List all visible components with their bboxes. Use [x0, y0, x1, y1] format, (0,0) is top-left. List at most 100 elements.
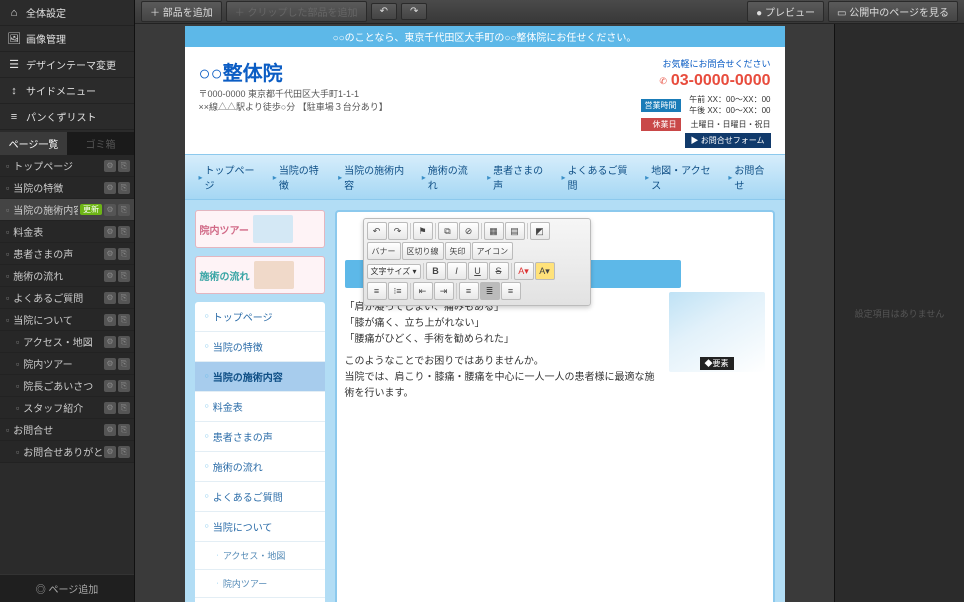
view-public-button[interactable]: ▭ 公開中のページを見る	[828, 1, 958, 22]
content-editable-box[interactable]: ↶ ↷ ⚑ ⧉ ⊘ ▦ ▤	[335, 210, 775, 602]
gear-icon[interactable]: ⚙	[104, 424, 116, 436]
add-page-button[interactable]: ◎ ページ追加	[0, 574, 134, 602]
global-nav-item[interactable]: 施術の流れ	[416, 159, 479, 195]
rte-underline-button[interactable]: U	[468, 262, 488, 280]
rte-align-center-icon[interactable]: ≣	[480, 282, 500, 300]
global-nav-item[interactable]: 当院の特徴	[267, 159, 330, 195]
rte-tab-icon[interactable]: アイコン	[472, 242, 514, 260]
tree-item[interactable]: ▫当院の特徴⚙⎘	[0, 177, 134, 199]
gear-icon[interactable]: ⚙	[104, 314, 116, 326]
copy-icon[interactable]: ⎘	[118, 446, 130, 458]
gear-icon[interactable]: ⚙	[104, 292, 116, 304]
tree-item[interactable]: ▫施術の流れ⚙⎘	[0, 265, 134, 287]
tree-item[interactable]: ▫トップページ⚙⎘	[0, 155, 134, 177]
rte-ol-icon[interactable]: ≡	[367, 282, 387, 300]
copy-icon[interactable]: ⎘	[118, 226, 130, 238]
sidemenu-item[interactable]: 料金表	[195, 392, 325, 422]
rte-fontcolor-button[interactable]: A▾	[514, 262, 534, 280]
global-nav-item[interactable]: トップページ	[193, 159, 265, 195]
undo-button[interactable]: ↶	[371, 3, 397, 20]
sidemenu-item[interactable]: アクセス・地図	[195, 542, 325, 570]
gear-icon[interactable]: ⚙	[104, 160, 116, 172]
copy-icon[interactable]: ⎘	[118, 292, 130, 304]
tree-item[interactable]: ▫患者さまの声⚙⎘	[0, 243, 134, 265]
gear-icon[interactable]: ⚙	[104, 204, 116, 216]
tab-page-list[interactable]: ページ一覧	[0, 132, 67, 155]
rte-tab-banner[interactable]: バナー	[367, 242, 401, 260]
sidemenu-item[interactable]: 院内ツアー	[195, 570, 325, 598]
global-nav-item[interactable]: よくあるご質問	[556, 159, 638, 195]
tree-item[interactable]: ▫当院について⚙⎘	[0, 309, 134, 331]
global-nav-item[interactable]: 当院の施術内容	[332, 159, 414, 195]
doctor-image-block[interactable]	[669, 292, 765, 372]
copy-icon[interactable]: ⎘	[118, 248, 130, 260]
redo-button[interactable]: ↷	[401, 3, 427, 20]
tree-item[interactable]: ▫料金表⚙⎘	[0, 221, 134, 243]
global-nav-item[interactable]: 患者さまの声	[481, 159, 553, 195]
sidemenu-item[interactable]: 当院の施術内容	[195, 362, 325, 392]
side-card-flow[interactable]: 施術の流れ	[195, 256, 325, 294]
sidemenu-item[interactable]: 当院について	[195, 512, 325, 542]
gear-icon[interactable]: ⚙	[104, 336, 116, 348]
nav-side-menu[interactable]: ↕サイドメニュー	[0, 78, 134, 104]
rte-tab-arrow[interactable]: 矢印	[445, 242, 471, 260]
rte-unlink-icon[interactable]: ⊘	[459, 222, 479, 240]
tree-item[interactable]: ▫スタッフ紹介⚙⎘	[0, 397, 134, 419]
rte-indent-icon[interactable]: ⇥	[434, 282, 454, 300]
add-block-button[interactable]: ＋ 部品を追加	[141, 1, 222, 22]
rte-italic-button[interactable]: I	[447, 262, 467, 280]
copy-icon[interactable]: ⎘	[118, 160, 130, 172]
nav-theme-change[interactable]: ☰デザインテーマ変更	[0, 52, 134, 78]
copy-icon[interactable]: ⎘	[118, 402, 130, 414]
nav-image-manage[interactable]: 🖼画像管理	[0, 26, 134, 52]
preview-button[interactable]: ● プレビュー	[747, 1, 824, 22]
tree-item[interactable]: ▫当院の施術内容更新⚙⎘	[0, 199, 134, 221]
copy-icon[interactable]: ⎘	[118, 270, 130, 282]
gear-icon[interactable]: ⚙	[104, 446, 116, 458]
gear-icon[interactable]: ⚙	[104, 270, 116, 282]
rte-fontsize-select[interactable]: 文字サイズ ▾	[367, 264, 421, 279]
side-card-tour[interactable]: 院内ツアー	[195, 210, 325, 248]
sidemenu-item[interactable]: 当院の特徴	[195, 332, 325, 362]
rte-undo-icon[interactable]: ↶	[367, 222, 387, 240]
rte-bold-button[interactable]: B	[426, 262, 446, 280]
rte-strike-button[interactable]: S	[489, 262, 509, 280]
copy-icon[interactable]: ⎘	[118, 182, 130, 194]
rte-align-left-icon[interactable]: ≡	[459, 282, 479, 300]
rte-flag-icon[interactable]: ⚑	[413, 222, 433, 240]
gear-icon[interactable]: ⚙	[104, 182, 116, 194]
rte-link-icon[interactable]: ⧉	[438, 222, 458, 240]
gear-icon[interactable]: ⚙	[104, 380, 116, 392]
copy-icon[interactable]: ⎘	[118, 424, 130, 436]
gear-icon[interactable]: ⚙	[104, 226, 116, 238]
nav-overall-settings[interactable]: ⌂全体設定	[0, 0, 134, 26]
tree-item[interactable]: ▫アクセス・地図⚙⎘	[0, 331, 134, 353]
rte-tab-divider[interactable]: 区切り線	[402, 242, 444, 260]
rte-source-icon[interactable]: ◩	[530, 222, 550, 240]
gear-icon[interactable]: ⚙	[104, 248, 116, 260]
copy-icon[interactable]: ⎘	[118, 204, 130, 216]
sidemenu-item[interactable]: 施術の流れ	[195, 452, 325, 482]
content-paragraph[interactable]: 「肩が凝ってしまい、痛みもある」 「膝が痛く、立ち上がれない」 「腰痛がひどく、…	[345, 300, 661, 402]
tree-item[interactable]: ▫院長ごあいさつ⚙⎘	[0, 375, 134, 397]
rte-ul-icon[interactable]: ⁝≡	[388, 282, 408, 300]
contact-form-cta[interactable]: ▶ お問合せフォーム	[685, 133, 771, 148]
add-clip-button[interactable]: ＋ クリップした部品を追加	[226, 1, 367, 22]
tree-item[interactable]: ▫お問合せありがとうござい⚙⎘	[0, 441, 134, 463]
rte-align-right-icon[interactable]: ≡	[501, 282, 521, 300]
rte-redo-icon[interactable]: ↷	[388, 222, 408, 240]
rte-outdent-icon[interactable]: ⇤	[413, 282, 433, 300]
rte-table-icon[interactable]: ▤	[505, 222, 525, 240]
canvas-scroll[interactable]: ○○のことなら、東京千代田区大手町の○○整体院にお任せください。 ○○整体院 〒…	[135, 24, 834, 602]
tree-item[interactable]: ▫院内ツアー⚙⎘	[0, 353, 134, 375]
global-nav-item[interactable]: 地図・アクセス	[639, 159, 720, 195]
sidemenu-item[interactable]: 院長ごあいさつ	[195, 598, 325, 602]
tree-item[interactable]: ▫お問合せ⚙⎘	[0, 419, 134, 441]
tab-trash[interactable]: ゴミ箱	[67, 132, 134, 155]
sidemenu-item[interactable]: よくあるご質問	[195, 482, 325, 512]
nav-breadcrumb[interactable]: ≡パンくずリスト	[0, 104, 134, 130]
tree-item[interactable]: ▫よくあるご質問⚙⎘	[0, 287, 134, 309]
gear-icon[interactable]: ⚙	[104, 402, 116, 414]
rte-image-icon[interactable]: ▦	[484, 222, 504, 240]
sidemenu-item[interactable]: 患者さまの声	[195, 422, 325, 452]
